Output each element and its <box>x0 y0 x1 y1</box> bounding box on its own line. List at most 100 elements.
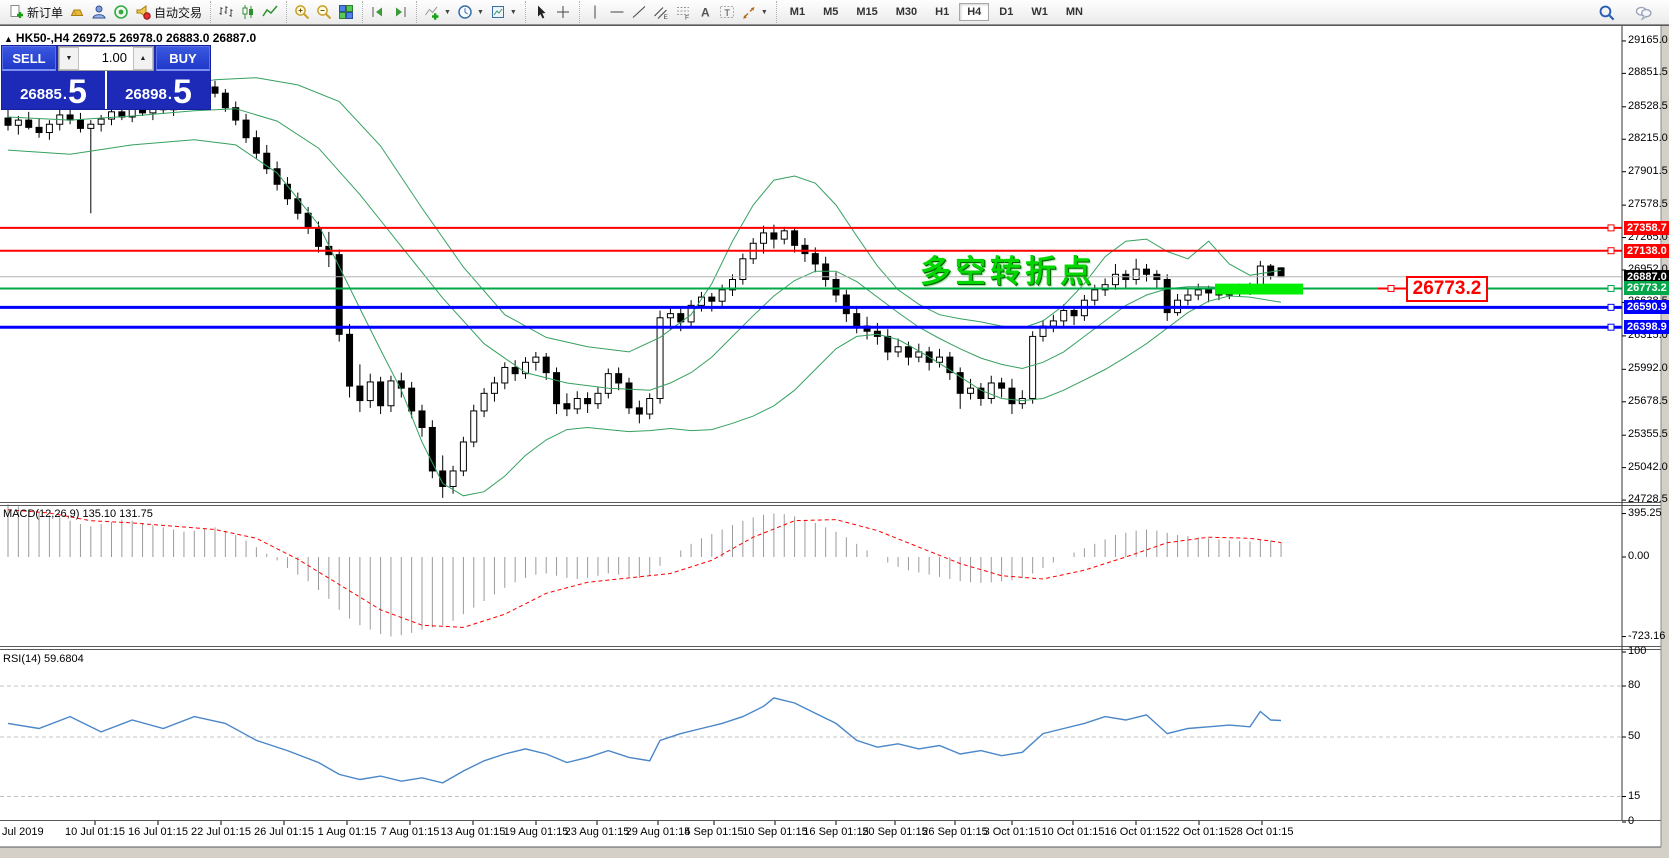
toolbar-button-templates[interactable]: ▼ <box>487 1 520 23</box>
toolbar-button-periods-clock[interactable]: ▼ <box>454 1 487 23</box>
toolbar-group <box>210 1 285 23</box>
macd-axis-label: 0.00 <box>1628 550 1650 563</box>
toolbar-button-zoom-in[interactable] <box>291 1 313 23</box>
chart-line-icon <box>262 5 278 17</box>
toolbar-button-chart-bars[interactable] <box>215 1 237 23</box>
toolbar-group <box>362 1 415 23</box>
auto-scroll-icon <box>396 7 406 17</box>
timeframe-group: M1 M5 M15 M30 H1 H4 D1 W1 MN <box>775 1 1096 23</box>
macd-indicator-label: MACD(12,26,9) 135.10 131.75 <box>3 508 153 520</box>
time-axis-label: 26 Sep 01:15 <box>922 826 988 838</box>
toolbar-button-text-a[interactable]: A <box>694 1 716 23</box>
time-axis-label: 28 Oct 01:15 <box>1230 826 1294 838</box>
toolbar-button-vline[interactable] <box>584 1 606 23</box>
timeframe-h4[interactable]: H4 <box>959 3 990 21</box>
time-axis-label: 16 Sep 01:15 <box>803 826 869 838</box>
toolbar-group <box>286 1 361 23</box>
price-line-label: 26590.9 <box>1624 300 1669 315</box>
turning-point-annotation: 多空转折点 <box>920 254 1095 289</box>
toolbar-button-fibo[interactable]: F <box>672 1 694 23</box>
toolbar-button-zoom-out[interactable] <box>313 1 335 23</box>
toolbar-button-chart-candles[interactable] <box>237 1 259 23</box>
time-axis-label: 3 Oct 01:15 <box>983 826 1041 838</box>
periods-clock-icon <box>458 5 472 19</box>
time-axis-label: 10 Sep 01:15 <box>742 826 808 838</box>
toolbar-button-arrows-draw[interactable]: ▼ <box>738 1 771 23</box>
price-axis-tick-label: 25042.0 <box>1628 460 1668 473</box>
toolbar-button-channel[interactable]: E <box>650 1 672 23</box>
price-line-label: 26773.2 <box>1624 281 1669 296</box>
toolbar-button-gold[interactable] <box>66 1 88 23</box>
label-t-icon: T <box>719 6 734 19</box>
time-axis-label: 22 Oct 01:15 <box>1167 826 1231 838</box>
rsi-axis-label: 80 <box>1628 679 1641 691</box>
highlight-bar <box>1215 283 1303 295</box>
toolbar-button-new-order[interactable]: 新订单 <box>5 1 66 23</box>
trendline-icon <box>632 6 646 18</box>
chart-canvas[interactable] <box>0 0 1669 858</box>
buy-price-main: 26898 <box>125 86 167 103</box>
toolbar-group: E F A T ▼ <box>578 1 775 23</box>
timeframe-h1[interactable]: H1 <box>927 3 957 21</box>
one-click-trading-panel: SELL ▼ 1.00 ▲ BUY 26885. 5 26898. 5 <box>2 46 210 109</box>
timeframe-m30[interactable]: M30 <box>888 3 925 21</box>
toolbar-button-hline[interactable] <box>606 1 628 23</box>
autotrade-icon <box>136 5 151 20</box>
chat-icon <box>1635 6 1652 21</box>
toolbar-button-profile[interactable] <box>88 1 110 23</box>
bar-shift-icon <box>372 7 383 17</box>
timeframe-m1[interactable]: M1 <box>782 3 813 21</box>
tile-windows-icon <box>339 5 354 19</box>
buy-button[interactable]: BUY <box>156 46 210 71</box>
sell-price[interactable]: 26885. 5 <box>2 71 105 109</box>
price-axis-tick-label: 24728.5 <box>1628 493 1668 506</box>
toolbar-button-auto-scroll[interactable] <box>389 1 411 23</box>
time-axis-label: 13 Aug 01:15 <box>440 826 506 838</box>
toolbar-button-indicators-add[interactable]: ▼ <box>421 1 454 23</box>
time-axis-label: 23 Aug 01:15 <box>564 826 630 838</box>
rsi-indicator-label: RSI(14) 59.6804 <box>3 653 84 665</box>
volume-decrease-button[interactable]: ▼ <box>59 47 79 70</box>
vline-icon <box>594 5 596 19</box>
price-callout-label: 26773.2 <box>1406 276 1488 302</box>
buy-price[interactable]: 26898. 5 <box>107 71 210 109</box>
macd-signal-line <box>7 509 1282 628</box>
time-axis-label: Jul 2019 <box>2 826 44 838</box>
timeframe-w1[interactable]: W1 <box>1023 3 1056 21</box>
toolbar-button-signals[interactable] <box>110 1 132 23</box>
sell-price-pip: 5 <box>67 73 87 111</box>
chevron-down-icon[interactable]: ▼ <box>477 9 484 16</box>
sell-button[interactable]: SELL <box>2 46 56 71</box>
toolbar-button-crosshair[interactable] <box>552 1 574 23</box>
price-axis-tick-label: 27901.5 <box>1628 164 1668 177</box>
chevron-down-icon[interactable]: ▼ <box>510 9 517 16</box>
toolbar-button-cursor[interactable] <box>530 1 552 23</box>
toolbar-right-icons <box>1595 1 1655 23</box>
rsi-axis-label: 100 <box>1628 645 1647 657</box>
time-axis-label: 29 Aug 01:15 <box>625 826 691 838</box>
toolbar-button-tile-windows[interactable] <box>335 1 357 23</box>
new-order-icon <box>10 5 23 18</box>
timeframe-mn[interactable]: MN <box>1058 3 1091 21</box>
time-axis-label: 16 Oct 01:15 <box>1104 826 1168 838</box>
volume-increase-button[interactable]: ▲ <box>133 47 153 70</box>
timeframe-d1[interactable]: D1 <box>991 3 1021 21</box>
toolbar-button-label: 自动交易 <box>154 5 203 20</box>
timeframe-m15[interactable]: M15 <box>848 3 885 21</box>
toolbar-button-search[interactable] <box>1595 1 1618 23</box>
toolbar-button-label-t[interactable]: T <box>716 1 738 23</box>
chevron-down-icon[interactable]: ▼ <box>761 9 768 16</box>
toolbar-button-trendline[interactable] <box>628 1 650 23</box>
toolbar-button-autotrade[interactable]: 自动交易 <box>132 1 205 23</box>
toolbar-button-bar-shift[interactable] <box>367 1 389 23</box>
timeframe-m5[interactable]: M5 <box>815 3 846 21</box>
chevron-down-icon[interactable]: ▼ <box>444 9 451 16</box>
price-axis-tick-label: 28215.0 <box>1628 132 1668 145</box>
time-axis-label: 7 Aug 01:15 <box>380 826 440 838</box>
toolbar-button-chart-line[interactable] <box>259 1 281 23</box>
collapse-panel-icon[interactable]: ▲ <box>4 34 13 44</box>
price-line-label: 27138.0 <box>1624 243 1669 258</box>
toolbar-button-chat[interactable] <box>1632 1 1655 23</box>
svg-text:A: A <box>701 6 710 20</box>
volume-input[interactable]: 1.00 <box>79 47 133 70</box>
